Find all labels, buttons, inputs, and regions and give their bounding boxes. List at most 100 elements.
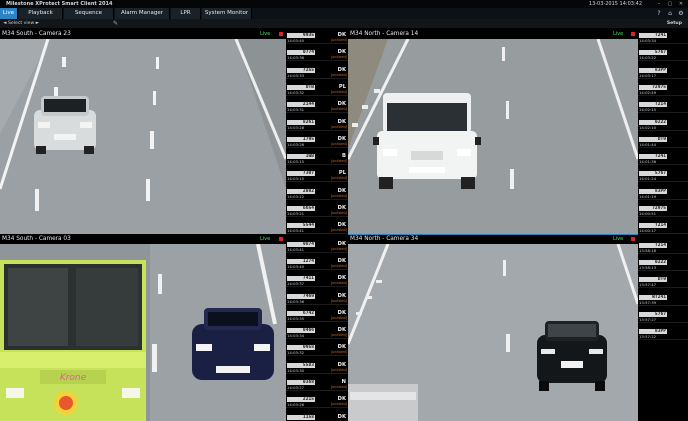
selected-tile-border xyxy=(348,234,688,235)
recognition-time: 14:01:24 xyxy=(639,176,657,182)
recognition-time: 14:03:33 xyxy=(287,72,305,78)
tab-system-monitor[interactable]: System Monitor xyxy=(202,8,252,19)
lpr-entry[interactable]: 83PP 14:01:19 xyxy=(638,188,688,200)
lpr-entry[interactable]: 0222 13:58:13 xyxy=(638,259,688,271)
lpr-entry[interactable]: 0466 14:03:34 DK [unlisted] xyxy=(286,327,348,340)
lpr-entry[interactable]: 5767 14:01:24 xyxy=(638,170,688,183)
lpr-entry[interactable]: 7411 14:03:37 DK [unlisted] xyxy=(286,275,348,288)
camera-tile-1[interactable]: M34 South - Camera 23 Live xyxy=(0,29,286,234)
lpr-entry[interactable]: 0368 14:03:27 N [unlisted] xyxy=(286,379,348,391)
lpr-entry[interactable]: IWB 14:03:15 B [unlisted] xyxy=(286,153,348,166)
window-titlebar: Milestone XProtect Smart Client 2014 13-… xyxy=(0,0,688,8)
lpr-entry[interactable]: 0958 14:03:32 DK [unlisted] xyxy=(286,344,348,357)
camera-tile-4[interactable]: M34 North - Camera 34 Live xyxy=(348,234,638,421)
lpr-entry[interactable]: T214 14:00:17 xyxy=(638,222,688,235)
list-status: [unlisted] xyxy=(330,124,347,129)
recognition-time: 14:03:32 xyxy=(287,89,305,95)
help-icon[interactable]: ? xyxy=(655,10,663,17)
live-indicator: Live xyxy=(613,31,624,37)
recognition-time: 14:03:36 xyxy=(287,55,305,61)
lpr-entry[interactable]: DT9 14:01:44 xyxy=(638,136,688,148)
camera-tile-2[interactable]: M34 North - Camera 14 Live xyxy=(348,29,638,234)
lpr-entry[interactable]: OTB 14:03:32 PL [unlisted] xyxy=(286,84,348,96)
list-status: [unlisted] xyxy=(330,107,347,112)
setup-button[interactable]: Setup xyxy=(667,19,682,29)
lpr-entry[interactable]: 72975 14:00:51 xyxy=(638,205,688,217)
recognition-time: 14:03:32 xyxy=(287,350,305,356)
list-status: [unlisted] xyxy=(330,402,347,407)
tab-sequence-explorer[interactable]: Sequence Explorer xyxy=(64,8,114,27)
lpr-entry[interactable]: 1274 14:03:40 DK [unlisted] xyxy=(286,258,348,270)
recognition-time: 14:03:41 xyxy=(287,228,305,234)
list-status: [unlisted] xyxy=(330,38,347,42)
recognition-time: 14:03:31 xyxy=(287,107,305,113)
close-icon[interactable]: ✕ xyxy=(678,1,684,7)
tab-playback[interactable]: Playback xyxy=(19,8,63,19)
tab-live[interactable]: Live xyxy=(0,8,18,19)
recognition-time: 13:57:47 xyxy=(639,282,657,288)
lpr-entry[interactable]: 115814:03:23DK[unlisted] xyxy=(286,414,348,421)
camera-header-4: M34 North - Camera 34 Live xyxy=(348,234,638,244)
lpr-entry[interactable]: T241 14:01:36 xyxy=(638,153,688,166)
recording-icon xyxy=(279,32,283,36)
lpr-entry[interactable]: 7469 14:03:36 DK [unlisted] xyxy=(286,293,348,305)
tab-lpr[interactable]: LPR xyxy=(171,8,201,19)
list-status: [unlisted] xyxy=(330,298,347,303)
lpr-entry[interactable]: 6742 14:03:35 DK [unlisted] xyxy=(286,310,348,322)
lpr-entry[interactable]: T214 14:02:15 xyxy=(638,101,688,114)
camera-video-3: Krone xyxy=(0,244,286,421)
minimize-icon[interactable]: – xyxy=(656,1,662,7)
recording-icon xyxy=(631,32,635,36)
lpr-entry[interactable]: 1795 14:03:26 DK [unlisted] xyxy=(286,136,348,148)
lpr-entry[interactable]: 83PP 14:03:17 xyxy=(638,67,688,79)
lpr-entry[interactable]: 7255 14:03:33 DK [unlisted] xyxy=(286,67,348,79)
lpr-entry[interactable]: 9874 14:03:41 DK [unlisted] xyxy=(286,241,348,253)
recognition-time: 14:02:15 xyxy=(639,107,657,113)
recognition-time: 14:03:35 xyxy=(287,315,305,321)
recognition-time: 13:57:27 xyxy=(639,316,657,322)
list-status: [unlisted] xyxy=(330,350,347,355)
recognition-time: 14:02:10 xyxy=(639,124,657,130)
lpr-entry[interactable]: 2144 14:03:31 DK [unlisted] xyxy=(286,101,348,114)
home-icon[interactable]: ⌂ xyxy=(666,10,674,17)
lpr-entry[interactable]: 5767 13:57:27 xyxy=(638,311,688,323)
list-status: [unlisted] xyxy=(330,211,347,215)
list-status: [unlisted] xyxy=(330,315,347,320)
lpr-entry[interactable]: 8261 14:03:28 DK [unlisted] xyxy=(286,119,348,131)
camera-tile-3[interactable]: M34 South - Camera 03 Live Krone xyxy=(0,234,286,421)
recognition-time: 14:03:22 xyxy=(639,55,657,61)
lpr-entry[interactable]: 5767 14:03:22 xyxy=(638,49,688,62)
restore-icon[interactable]: ▢ xyxy=(667,1,673,7)
lpr-entry[interactable]: 5544 14:03:41 DK [unlisted] xyxy=(286,222,348,235)
select-view-dropdown[interactable]: ◄ Select view ► xyxy=(3,19,39,29)
lpr-entry[interactable]: 0774 14:03:36 DK [unlisted] xyxy=(286,49,348,62)
lpr-entry[interactable]: WT241 13:57:39 xyxy=(638,294,688,306)
settings-icon[interactable]: ⚙ xyxy=(677,10,685,17)
lpr-entry[interactable]: 6654 14:03:21 DK [unlisted] xyxy=(286,205,348,217)
recognition-time: 14:03:17 xyxy=(639,72,657,78)
list-status: [unlisted] xyxy=(330,55,347,60)
recognition-time: 14:01:44 xyxy=(639,141,657,147)
recognition-time: 14:03:15 xyxy=(287,176,305,182)
recognition-time: 14:03:27 xyxy=(287,385,305,390)
lpr-entry[interactable]: T241 14:03:34 xyxy=(638,32,688,44)
edit-tool-icon[interactable]: ✎ xyxy=(113,19,118,29)
recognition-time: 14:03:26 xyxy=(287,402,305,408)
lpr-entry[interactable]: T214 13:58:18 xyxy=(638,242,688,254)
lpr-entry[interactable]: 0222 14:02:10 xyxy=(638,119,688,131)
lpr-entry[interactable]: 9935 14:03:40 DK [unlisted] xyxy=(286,32,348,44)
lpr-recognitions-list-north: T241 14:03:34 5767 14:03:22 83PP 14:03:17 7297… xyxy=(638,29,688,421)
dark-blue-car xyxy=(192,308,274,380)
recognition-time: 14:03:34 xyxy=(287,333,305,339)
lpr-entry[interactable]: 83PP 13:57:22 xyxy=(638,328,688,341)
lpr-entry[interactable]: DT9 13:57:47 xyxy=(638,276,688,289)
lpr-entry[interactable]: 2215 14:03:26 DK [unlisted] xyxy=(286,396,348,409)
recognition-time: 14:03:15 xyxy=(287,159,305,165)
lpr-entry[interactable]: 2082 14:03:22 DK [unlisted] xyxy=(286,188,348,200)
list-status: [unlisted] xyxy=(330,159,347,164)
camera-name: M34 South - Camera 23 xyxy=(2,31,71,37)
lpr-entry[interactable]: 5583 14:03:30 DK [unlisted] xyxy=(286,362,348,374)
tab-alarm-manager[interactable]: Alarm Manager xyxy=(115,8,170,19)
lpr-entry[interactable]: 72975 14:02:49 xyxy=(638,84,688,96)
lpr-entry[interactable]: 7307 14:03:15 PL [unlisted] xyxy=(286,170,348,183)
